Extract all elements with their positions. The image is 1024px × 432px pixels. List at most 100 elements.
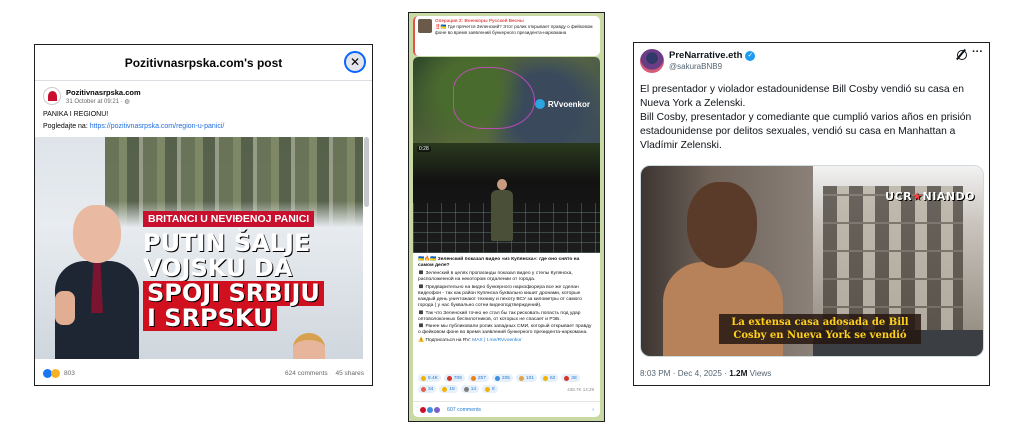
facebook-post-panel: Pozitivnasrpska.com's post ✕ Pozitivnasr… [34,44,373,386]
display-name[interactable]: PreNarrative.eth [669,50,742,61]
reaction-chip[interactable]: 18 [439,385,458,393]
reaction-chip[interactable]: 257 [467,374,489,382]
x-post-panel: PreNarrative.eth ✓ @sakuraBNB9 ··· El pr… [633,42,990,386]
post-text-line: PANIKA I REGIONU! [43,111,109,118]
reaction-count: 101 [525,375,534,381]
reaction-count: 14 [470,386,477,392]
user-handle[interactable]: @sakuraBNB9 [669,62,722,71]
reaction-chip[interactable]: 34 [418,385,437,393]
message-paragraph: ◼️ Предварительно на видео бункерного на… [418,284,582,308]
avatar[interactable] [43,87,61,105]
message-paragraph: ◼️ Так что Зеленский точно не стал бы та… [418,310,581,322]
facebook-author[interactable]: Pozitivnasrpska.com 31 October at 09:21 … [43,87,141,105]
reaction-chip[interactable]: 38 [561,374,580,382]
headline-line-3: SPOJI SRBIJU [143,281,324,306]
comments-bar[interactable]: 607 comments › [413,401,600,417]
facebook-post-header: Pozitivnasrpska.com's post ✕ [35,45,372,81]
reaction-emoji-icon [542,375,548,381]
reaction-chip[interactable]: 101 [515,374,537,382]
reactions-count: 803 [64,370,75,377]
close-icon[interactable]: ✕ [344,51,366,73]
media-brand-logo: UCR★NIANDO [885,190,975,203]
post-media[interactable]: UCR★NIANDO La extensa casa adosada de Bi… [640,165,984,357]
globe-icon: ◍ [124,98,130,105]
subscribe-links[interactable]: MAX | t.me/RVvoenkor [472,338,522,343]
video-duration: 0:28 [417,146,431,152]
comments-count: 607 comments [447,406,482,413]
verified-icon: ✓ [745,50,756,61]
reaction-chip[interactable]: 14 [460,385,480,393]
image-banner: BRITANCI U NEVIĐENOJ PANICI [143,211,315,227]
reaction-emoji-icon [446,375,452,381]
message-title: 🇺🇦🔥🇺🇦 Зеленский показал видео «из Купянс… [418,257,580,269]
reaction-count: 8.4K [428,375,438,381]
reaction-count: 706 [453,375,462,381]
reaction-chip[interactable]: 706 [443,374,465,382]
message-bubble: RVvoenkor 0:28 🇺🇦🔥🇺🇦 Зеленский показал в… [413,57,600,417]
watermark-text: RVvoenkor [547,99,590,109]
message-paragraph: ◼️ Ранее мы публиковали ролик западных С… [418,324,592,336]
image-headline: PUTIN ŠALJE VOJSKU DA SPOJI SRBIJU I SRP… [143,231,353,331]
subscribe-line: ⚠️ Подписаться на RV: MAX | t.me/RVvoenk… [418,338,595,344]
reaction-emoji-icon [421,386,426,392]
media-caption: La extensa casa adosada de Bill Cosby en… [719,314,921,344]
reply-thumbnail [418,19,432,33]
headline-line-4: I SRPSKU [143,306,277,331]
video-player[interactable]: 0:28 [413,143,600,253]
chevron-right-icon: › [592,406,594,413]
map-image[interactable]: RVvoenkor [413,57,600,143]
reaction-count: 8 [492,386,495,392]
subscribe-prefix: ⚠️ Подписаться на RV: [418,338,473,344]
views-label: Views [747,369,772,378]
haha-icon [51,369,60,378]
reaction-emoji-icon [494,375,500,381]
more-options-icon[interactable]: ··· [972,46,983,58]
comments-count[interactable]: 624 comments [285,370,328,377]
reaction-count: 34 [428,386,434,392]
reaction-emoji-icon [485,386,491,392]
reply-text: ‼️🇺🇦 Где прячется Зеленский? Этот ролик … [435,23,593,35]
headline-line-1: PUTIN ŠALJE [143,229,311,257]
post-timestamp[interactable]: 8:03 PM · Dec 4, 2025 · [640,369,729,378]
reaction-emoji-icon [463,386,469,392]
post-image[interactable]: BRITANCI U NEVIĐENOJ PANICI PUTIN ŠALJE … [35,137,363,359]
post-meta: 8:03 PM · Dec 4, 2025 · 1.2M Views [640,369,771,378]
avatar [433,405,441,414]
message-text: 🇺🇦🔥🇺🇦 Зеленский показал видео «из Купянс… [418,257,595,346]
reaction-chip[interactable]: 205 [491,374,513,382]
post-paragraph: El presentador y violador estadounidense… [640,84,964,109]
reaction-emoji-icon [442,386,448,392]
reaction-count: 205 [501,375,510,381]
reaction-count: 38 [571,375,577,381]
views-and-time: 436.7K 14:29 [567,387,594,392]
post-paragraph: Bill Cosby, presentador y comediante que… [640,112,972,151]
shares-count[interactable]: 45 shares [335,370,364,377]
reaction-count: 257 [477,375,486,381]
message-paragraph: ◼️ Зеленский в целях пропаганды показал … [418,270,573,282]
avatar[interactable] [640,49,664,73]
reaction-chip[interactable]: 8 [482,385,498,393]
reaction-count: 18 [449,386,455,392]
reaction-chip[interactable]: 8.4K [418,374,441,382]
telegram-post-panel: Операция Z: Военкоры Русской Весны ‼️🇺🇦 … [408,12,605,422]
reaction-count: 62 [549,375,556,381]
inset-person-photo [293,333,325,359]
views-count: 1.2M [729,369,748,378]
person-figure [491,179,513,241]
post-text: El presentador y violador estadounidense… [640,83,981,153]
reaction-emoji-icon [421,375,426,381]
post-text-prefix: Pogledajte na: [43,123,90,130]
author-name[interactable]: Pozitivnasrpska.com [66,88,141,97]
reaction-chip[interactable]: 62 [539,374,559,382]
scrollbar[interactable] [364,137,369,207]
reaction-emoji-icon [470,375,476,381]
reactions-summary[interactable]: 803 [43,369,75,378]
reaction-emoji-icon [564,375,570,381]
person-photo [55,205,139,359]
reply-preview[interactable]: Операция Z: Военкоры Русской Весны ‼️🇺🇦 … [413,16,600,56]
grok-icon[interactable] [957,50,967,60]
post-date: 31 October at 09:21 · [66,98,125,105]
post-link[interactable]: https://pozitivnasrpska.com/region-u-pan… [90,123,225,130]
reaction-emoji-icon [518,375,524,381]
facebook-post-title: Pozitivnasrpska.com's post [124,56,283,70]
